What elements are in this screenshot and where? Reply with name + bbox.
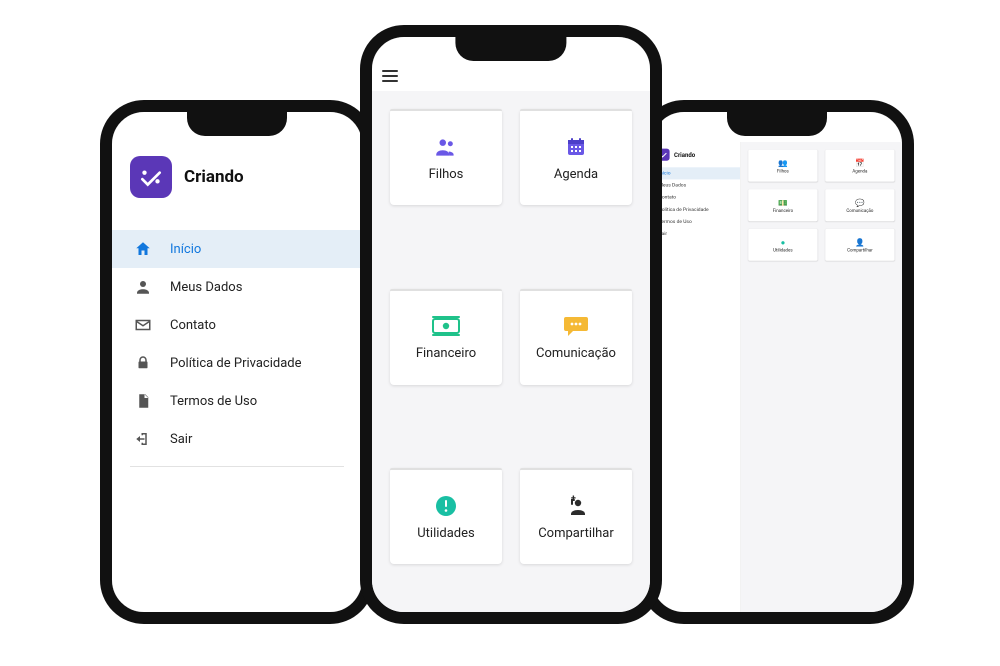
app-title: Criando bbox=[184, 167, 244, 187]
topbar bbox=[372, 67, 650, 91]
svg-text:+: + bbox=[571, 494, 576, 504]
doc-icon bbox=[134, 392, 152, 410]
share-icon: 👤 bbox=[855, 237, 865, 247]
mini-home-grid: 👥 Filhos 📅 Agenda 💵 Financeiro 💬 bbox=[741, 142, 902, 612]
mini-menu-sair[interactable]: Sair bbox=[652, 228, 740, 240]
mini-menu-privacidade[interactable]: Política de Privacidade bbox=[652, 204, 740, 216]
phone-right: Criando Início Meus Dados Contato Políti… bbox=[640, 100, 914, 624]
card-compartilhar[interactable]: + Compartilhar bbox=[520, 468, 632, 564]
card-agenda[interactable]: Agenda bbox=[520, 109, 632, 205]
menu-item-label: Política de Privacidade bbox=[659, 207, 709, 213]
money-icon bbox=[432, 312, 460, 340]
menu-separator bbox=[130, 466, 344, 467]
mini-brand: Criando bbox=[652, 145, 740, 164]
phone-left: Criando Início Meus Dados Contato Polí bbox=[100, 100, 374, 624]
menu-meus-dados[interactable]: Meus Dados bbox=[112, 268, 362, 306]
screen-combined: Criando Início Meus Dados Contato Políti… bbox=[652, 112, 902, 612]
people-icon bbox=[433, 133, 459, 161]
card-label: Filhos bbox=[429, 167, 464, 182]
menu-item-label: Meus Dados bbox=[659, 183, 687, 189]
hamburger-icon[interactable] bbox=[382, 70, 398, 82]
menu-privacidade[interactable]: Política de Privacidade bbox=[112, 344, 362, 382]
card-comunicacao[interactable]: Comunicação bbox=[520, 289, 632, 385]
calendar-icon bbox=[564, 133, 588, 161]
home-card-grid: Filhos Agenda Financeiro bbox=[372, 91, 650, 612]
card-label: Compartilhar bbox=[847, 247, 873, 252]
screen-home: Filhos Agenda Financeiro bbox=[372, 37, 650, 612]
share-icon: + bbox=[564, 492, 588, 520]
people-icon: 👥 bbox=[778, 158, 788, 168]
card-label: Filhos bbox=[777, 168, 789, 173]
mini-sidebar: Criando Início Meus Dados Contato Políti… bbox=[652, 142, 741, 612]
menu-item-label: Termos de Uso bbox=[170, 394, 257, 409]
menu-item-label: Início bbox=[170, 242, 201, 257]
app-title: Criando bbox=[674, 151, 695, 158]
menu-termos[interactable]: Termos de Uso bbox=[112, 382, 362, 420]
mini-card-utilidades[interactable]: ● Utilidades bbox=[748, 229, 817, 261]
card-label: Utilidades bbox=[417, 526, 475, 541]
screen-menu: Criando Início Meus Dados Contato Polí bbox=[112, 112, 362, 612]
menu: Início Meus Dados Contato Política de Pr… bbox=[112, 230, 362, 467]
card-label: Financeiro bbox=[773, 208, 793, 213]
menu-item-label: Meus Dados bbox=[170, 280, 242, 295]
menu-item-label: Política de Privacidade bbox=[170, 356, 302, 371]
menu-contato[interactable]: Contato bbox=[112, 306, 362, 344]
card-label: Agenda bbox=[554, 167, 598, 182]
card-utilidades[interactable]: Utilidades bbox=[390, 468, 502, 564]
mini-card-comunicacao[interactable]: 💬 Comunicação bbox=[825, 189, 894, 221]
menu-inicio[interactable]: Início bbox=[112, 230, 362, 268]
mini-card-agenda[interactable]: 📅 Agenda bbox=[825, 150, 894, 182]
mini-card-financeiro[interactable]: 💵 Financeiro bbox=[748, 189, 817, 221]
money-icon: 💵 bbox=[778, 198, 788, 208]
mini-menu-inicio[interactable]: Início bbox=[652, 167, 740, 179]
home-icon bbox=[134, 240, 152, 258]
mini-menu-meus-dados[interactable]: Meus Dados bbox=[652, 179, 740, 191]
mini-card-compartilhar[interactable]: 👤 Compartilhar bbox=[825, 229, 894, 261]
card-label: Agenda bbox=[852, 168, 867, 173]
app-logo-icon bbox=[130, 156, 172, 198]
chat-icon: 💬 bbox=[855, 198, 865, 208]
card-label: Comunicação bbox=[536, 346, 616, 361]
exit-icon bbox=[134, 430, 152, 448]
card-filhos[interactable]: Filhos bbox=[390, 109, 502, 205]
menu-item-label: Contato bbox=[170, 318, 216, 333]
lock-icon bbox=[134, 354, 152, 372]
card-financeiro[interactable]: Financeiro bbox=[390, 289, 502, 385]
menu-sair[interactable]: Sair bbox=[112, 420, 362, 458]
chat-icon bbox=[563, 312, 589, 340]
mini-menu-contato[interactable]: Contato bbox=[652, 192, 740, 204]
person-icon bbox=[134, 278, 152, 296]
card-label: Financeiro bbox=[416, 346, 476, 361]
mini-menu-termos[interactable]: Termos de Uso bbox=[652, 216, 740, 228]
card-label: Compartilhar bbox=[538, 526, 614, 541]
mini-card-filhos[interactable]: 👥 Filhos bbox=[748, 150, 817, 182]
brand-row: Criando bbox=[112, 142, 362, 212]
mail-icon bbox=[134, 316, 152, 334]
phone-middle: Filhos Agenda Financeiro bbox=[360, 25, 662, 624]
calendar-icon: 📅 bbox=[855, 158, 865, 168]
card-label: Comunicação bbox=[846, 208, 873, 213]
alert-icon: ● bbox=[781, 237, 786, 247]
menu-item-label: Termos de Uso bbox=[659, 219, 692, 225]
card-label: Utilidades bbox=[773, 247, 792, 252]
menu-item-label: Sair bbox=[170, 432, 192, 447]
three-phone-mockup: Criando Início Meus Dados Contato Polí bbox=[0, 0, 1000, 666]
alert-icon bbox=[434, 492, 458, 520]
